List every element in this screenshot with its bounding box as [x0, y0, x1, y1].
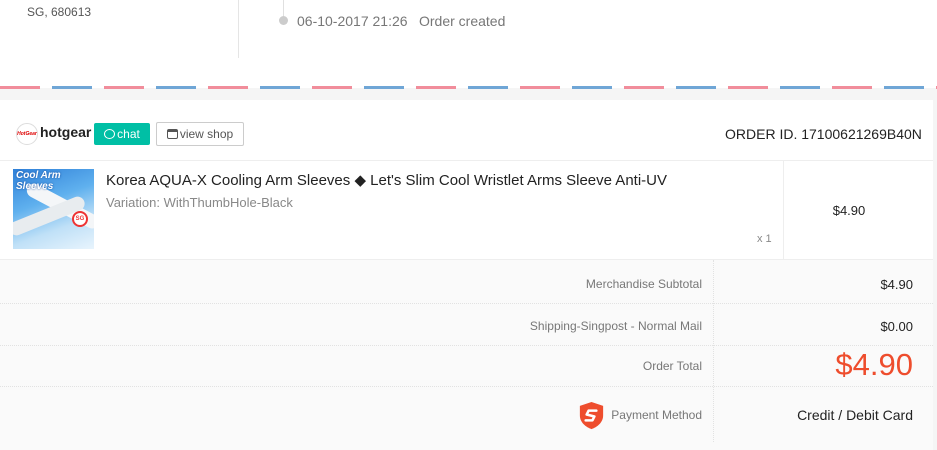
product-quantity: x 1: [757, 233, 772, 245]
timeline-dot-icon: [279, 16, 288, 25]
address-line: SG, 680613: [27, 5, 92, 19]
order-id: ORDER ID. 17100621269B40N: [725, 126, 922, 142]
payment-row: Payment Method Credit / Debit Card: [0, 387, 933, 442]
divider: [238, 0, 239, 58]
shield-icon: [579, 401, 604, 430]
subtotal-label: Merchandise Subtotal: [585, 277, 702, 291]
view-shop-label: view shop: [179, 127, 234, 141]
shipping-value: $0.00: [880, 319, 913, 334]
chat-label: chat: [117, 127, 140, 141]
order-summary: Merchandise Subtotal $4.90 Shipping-Sing…: [0, 259, 933, 450]
shop-name[interactable]: hotgear: [40, 124, 91, 140]
shop-header: HotGear hotgear chat view shop ORDER ID.…: [0, 100, 933, 160]
chat-button[interactable]: chat: [94, 123, 150, 145]
payment-method-label: Payment Method: [611, 408, 702, 422]
order-total-value: $4.90: [835, 347, 913, 382]
shipping-label: Shipping-Singpost - Normal Mail: [529, 319, 702, 333]
subtotal-row: Merchandise Subtotal $4.90: [0, 260, 933, 304]
product-item[interactable]: Cool Arm Sleeves SG Korea AQUA-X Cooling…: [0, 160, 933, 260]
product-variation: Variation: WithThumbHole-Black: [106, 195, 293, 210]
order-total-row: Order Total $4.90: [0, 346, 933, 387]
payment-method-value: Credit / Debit Card: [797, 407, 913, 423]
product-price: $4.90: [832, 203, 866, 218]
shop-logo[interactable]: HotGear: [16, 123, 38, 145]
subtotal-value: $4.90: [880, 277, 913, 292]
product-image[interactable]: Cool Arm Sleeves SG: [13, 169, 94, 249]
product-title[interactable]: Korea AQUA-X Cooling Arm Sleeves ◆ Let's…: [106, 171, 667, 189]
sg-badge: SG: [72, 211, 88, 227]
order-card: HotGear hotgear chat view shop ORDER ID.…: [0, 100, 933, 450]
timeline-date: 06-10-2017 21:26: [297, 13, 408, 29]
order-total-label: Order Total: [642, 359, 702, 373]
store-icon: [166, 129, 178, 139]
timeline-event: Order created: [419, 13, 506, 29]
product-image-caption: Cool Arm Sleeves: [16, 170, 61, 192]
view-shop-button[interactable]: view shop: [156, 122, 244, 146]
shipping-row: Shipping-Singpost - Normal Mail $0.00: [0, 304, 933, 346]
airmail-border: [0, 86, 937, 89]
timeline-line: [283, 0, 284, 16]
address-timeline-section: SG, 680613 06-10-2017 21:26 Order create…: [0, 0, 937, 88]
chat-bubble-icon: [104, 129, 116, 139]
